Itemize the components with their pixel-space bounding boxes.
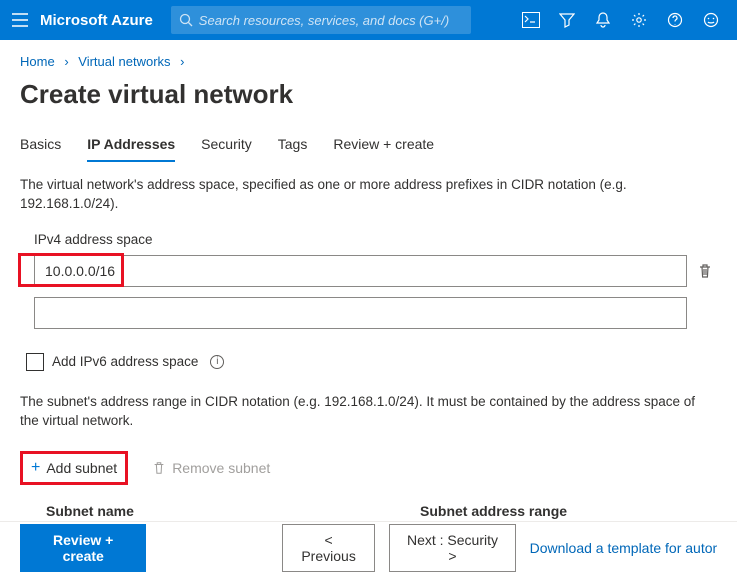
col-subnet-name: Subnet name — [20, 503, 420, 519]
tab-bar: Basics IP Addresses Security Tags Review… — [0, 128, 737, 162]
col-subnet-range: Subnet address range — [420, 503, 717, 519]
remove-subnet-button: Remove subnet — [144, 455, 278, 481]
chevron-right-icon: › — [64, 54, 68, 69]
search-input[interactable] — [199, 13, 463, 28]
content-area: The virtual network's address space, spe… — [0, 162, 737, 561]
tab-review-create[interactable]: Review + create — [333, 128, 434, 162]
ipv4-address-input[interactable] — [34, 255, 687, 287]
plus-icon: + — [31, 459, 40, 477]
subnet-actions: + Add subnet Remove subnet — [20, 451, 717, 485]
breadcrumb-home[interactable]: Home — [20, 54, 55, 69]
tab-basics[interactable]: Basics — [20, 128, 61, 162]
feedback-icon[interactable] — [693, 0, 729, 40]
brand-label: Microsoft Azure — [40, 12, 153, 29]
tab-ip-addresses[interactable]: IP Addresses — [87, 128, 175, 162]
info-icon[interactable]: i — [210, 355, 224, 369]
settings-gear-icon[interactable] — [621, 0, 657, 40]
next-button[interactable]: Next : Security > — [389, 524, 515, 572]
ipv4-description: The virtual network's address space, spe… — [20, 176, 717, 214]
trash-icon — [152, 461, 166, 475]
subnet-description: The subnet's address range in CIDR notat… — [20, 393, 717, 431]
chevron-right-icon: › — [180, 54, 184, 69]
ipv4-address-input-2[interactable] — [34, 297, 687, 329]
azure-top-bar: Microsoft Azure — [0, 0, 737, 40]
breadcrumb: Home › Virtual networks › — [0, 40, 737, 75]
help-icon[interactable] — [657, 0, 693, 40]
wizard-footer: Review + create < Previous Next : Securi… — [0, 521, 737, 573]
hamburger-menu-icon[interactable] — [8, 8, 32, 32]
ipv6-checkbox-row: Add IPv6 address space i — [20, 353, 717, 371]
global-search[interactable] — [171, 6, 471, 34]
notifications-icon[interactable] — [585, 0, 621, 40]
breadcrumb-virtual-networks[interactable]: Virtual networks — [78, 54, 170, 69]
add-subnet-button[interactable]: + Add subnet — [20, 451, 128, 485]
review-create-button[interactable]: Review + create — [20, 524, 146, 572]
cloud-shell-icon[interactable] — [513, 0, 549, 40]
page-title: Create virtual network — [0, 75, 737, 122]
ipv6-checkbox-label: Add IPv6 address space — [52, 354, 198, 369]
tab-tags[interactable]: Tags — [278, 128, 308, 162]
previous-button[interactable]: < Previous — [282, 524, 376, 572]
search-icon — [179, 13, 193, 27]
ipv4-label: IPv4 address space — [20, 232, 717, 247]
add-subnet-label: Add subnet — [46, 460, 117, 476]
remove-subnet-label: Remove subnet — [172, 460, 270, 476]
download-template-link[interactable]: Download a template for automati — [530, 540, 717, 556]
tab-security[interactable]: Security — [201, 128, 252, 162]
ipv6-checkbox[interactable] — [26, 353, 44, 371]
filter-icon[interactable] — [549, 0, 585, 40]
delete-icon[interactable] — [693, 259, 717, 283]
